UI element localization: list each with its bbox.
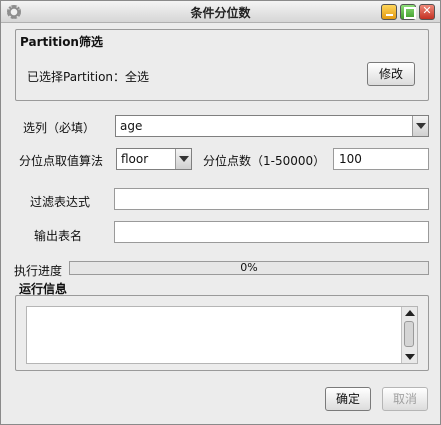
partition-selected-text: 已选择Partition：全选 [27,70,150,84]
dropdown-arrow-icon[interactable] [175,149,191,169]
run-info-scrollbar[interactable] [401,307,417,363]
dialog-window: 条件分位数 ✕ Partition筛选 已选择Partition：全选 修改 选… [0,0,441,425]
partition-group-title: Partition筛选 [20,35,103,49]
progress-percent: 0% [240,261,258,274]
modify-button[interactable]: 修改 [367,62,415,86]
dropdown-arrow-icon[interactable] [412,116,428,136]
window-title: 条件分位数 [190,6,251,20]
column-select-value: age [120,119,143,133]
minimize-button[interactable] [381,4,397,20]
output-table-label: 输出表名 [34,229,83,243]
cancel-button[interactable]: 取消 [382,387,428,411]
output-table-input[interactable] [114,221,429,243]
quantile-count-label: 分位点数（1-50000） [203,154,326,168]
close-button[interactable]: ✕ [419,4,435,20]
progress-bar: 0% [69,261,429,275]
column-select[interactable]: age [115,115,429,137]
scroll-up-icon[interactable] [405,310,415,316]
algorithm-label: 分位点取值算法 [19,154,104,168]
scroll-down-icon[interactable] [405,354,415,360]
algorithm-select[interactable]: floor [116,148,192,170]
progress-label: 执行进度 [14,264,63,278]
algorithm-select-value: floor [121,152,149,166]
scroll-thumb[interactable] [404,321,414,347]
close-icon: ✕ [422,4,432,17]
maximize-button[interactable] [400,4,416,20]
quantile-count-value: 100 [339,152,362,166]
run-info-textarea[interactable] [26,306,418,364]
quantile-count-input[interactable]: 100 [333,148,429,170]
filter-expression-label: 过滤表达式 [30,195,91,209]
ok-button[interactable]: 确定 [325,387,371,411]
column-label: 选列（必填） [23,121,96,135]
filter-expression-input[interactable] [114,188,429,210]
title-bar[interactable]: 条件分位数 ✕ [1,1,440,23]
run-info-group [15,295,429,371]
